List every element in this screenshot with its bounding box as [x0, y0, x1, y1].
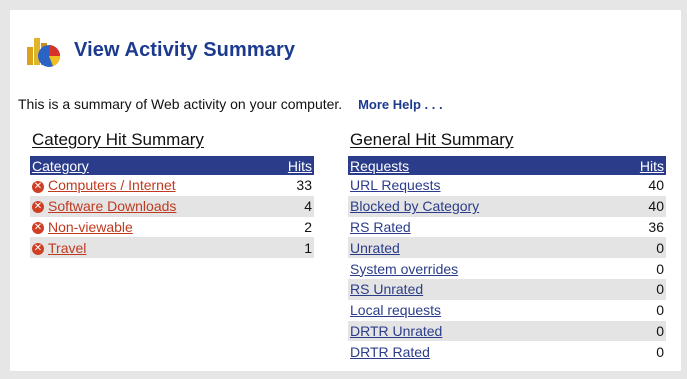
table-row: ✕ Non-viewable 2 [30, 217, 314, 238]
request-link[interactable]: System overrides [350, 261, 458, 277]
table-row: URL Requests 40 [348, 175, 666, 196]
intro-text: This is a summary of Web activity on you… [18, 96, 343, 112]
requests-column-header[interactable]: Requests [348, 156, 611, 175]
general-table: Requests Hits URL Requests 40 Blocked by… [348, 156, 666, 362]
table-row: System overrides 0 [348, 258, 666, 279]
table-row: DRTR Unrated 0 [348, 320, 666, 342]
category-link[interactable]: Non-viewable [48, 219, 133, 235]
request-link[interactable]: Blocked by Category [350, 198, 479, 214]
remove-icon[interactable]: ✕ [32, 201, 44, 214]
remove-icon[interactable]: ✕ [32, 180, 44, 193]
category-summary-title: Category Hit Summary [32, 130, 204, 149]
request-link[interactable]: Local requests [350, 302, 441, 318]
hits-value: 33 [296, 177, 312, 194]
more-help-link[interactable]: More Help . . . [358, 97, 443, 112]
request-link[interactable]: URL Requests [350, 177, 441, 193]
hits-value: 0 [656, 343, 664, 360]
hits-value: 4 [268, 195, 314, 217]
table-row: ✕ Computers / Internet 33 [30, 175, 314, 196]
hits-value: 40 [610, 195, 666, 217]
hits-value: 40 [648, 177, 664, 194]
hits-value: 0 [656, 302, 664, 319]
category-table: Category Hits ✕ Computers / Internet 33 ✕… [30, 156, 314, 259]
hits-value: 2 [304, 218, 312, 235]
general-hits-column-header[interactable]: Hits [610, 156, 666, 175]
remove-icon[interactable]: ✕ [32, 243, 44, 256]
hits-value: 1 [268, 237, 314, 259]
request-link[interactable]: RS Rated [350, 219, 411, 235]
table-row: Unrated 0 [348, 237, 666, 259]
table-row: ✕ Software Downloads 4 [30, 195, 314, 217]
page-header: View Activity Summary [24, 30, 295, 70]
hits-value: 36 [648, 218, 664, 235]
table-row: DRTR Rated 0 [348, 341, 666, 362]
request-link[interactable]: DRTR Unrated [350, 323, 442, 339]
general-summary-title: General Hit Summary [350, 130, 514, 149]
hits-value: 0 [656, 260, 664, 277]
category-table-header: Category Hits [30, 156, 314, 175]
table-row: Local requests 0 [348, 300, 666, 321]
table-row: ✕ Travel 1 [30, 237, 314, 259]
general-table-header: Requests Hits [348, 156, 666, 175]
category-link[interactable]: Computers / Internet [48, 177, 176, 193]
request-link[interactable]: RS Unrated [350, 281, 423, 297]
table-row: RS Unrated 0 [348, 278, 666, 300]
table-row: RS Rated 36 [348, 217, 666, 238]
hits-value: 0 [610, 278, 666, 300]
remove-icon[interactable]: ✕ [32, 222, 44, 235]
page-title: View Activity Summary [74, 38, 296, 61]
hits-value: 0 [610, 320, 666, 342]
hits-value: 0 [610, 237, 666, 259]
request-link[interactable]: Unrated [350, 240, 400, 256]
category-link[interactable]: Travel [48, 240, 86, 256]
category-hits-column-header[interactable]: Hits [268, 156, 314, 175]
activity-summary-panel: View Activity Summary This is a summary … [10, 10, 681, 371]
category-column-header[interactable]: Category [30, 156, 269, 175]
category-link[interactable]: Software Downloads [48, 198, 176, 214]
request-link[interactable]: DRTR Rated [350, 344, 430, 360]
table-row: Blocked by Category 40 [348, 195, 666, 217]
intro-line: This is a summary of Web activity on you… [18, 96, 443, 112]
activity-summary-icon [27, 38, 61, 67]
